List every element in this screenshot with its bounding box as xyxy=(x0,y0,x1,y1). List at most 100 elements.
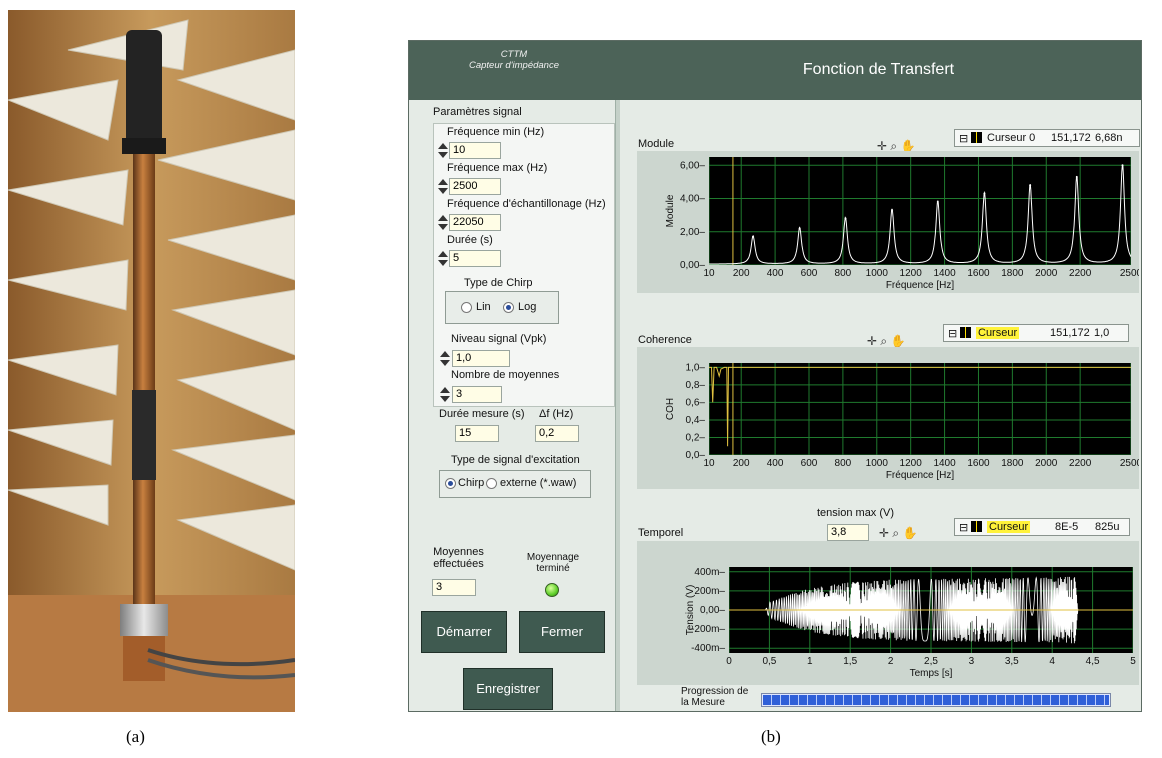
y-tick-label: -200m– xyxy=(691,624,725,635)
x-tick-label: 4 xyxy=(1049,656,1055,667)
fmin-spinner[interactable] xyxy=(437,142,449,159)
temporel-cursor-x: 8E-5 xyxy=(1055,521,1079,533)
niveau-spinner[interactable] xyxy=(439,350,451,367)
collapse-icon: ⊟ xyxy=(948,328,958,340)
app-name: CTTM Capteur d'impédance xyxy=(468,49,559,71)
x-tick-label: 2 xyxy=(888,656,894,667)
fs-label: Fréquence d'échantillonage (Hz) xyxy=(447,198,606,210)
x-tick-label: 1600 xyxy=(967,458,990,469)
progression-fill xyxy=(763,695,1109,705)
panel-title: Fonction de Transfert xyxy=(802,61,955,78)
x-tick-label: 400 xyxy=(767,458,784,469)
collapse-icon: ⊟ xyxy=(959,522,969,534)
duree-spinner[interactable] xyxy=(437,250,449,267)
duree-input[interactable]: 5 xyxy=(449,250,501,267)
temporel-graph-tools[interactable]: ✛ ⌕ ✋ xyxy=(879,525,917,541)
x-tick-label: 2,5 xyxy=(924,656,938,667)
moyennes-spinner[interactable] xyxy=(439,386,451,403)
temporel-graph-label: Temporel xyxy=(638,527,684,539)
labview-panel: CTTM Capteur d'impédance Fonction de Tra… xyxy=(408,40,1142,712)
x-tick-label: 2000 xyxy=(1035,268,1058,279)
y-tick-label: 0,00– xyxy=(700,605,725,616)
module-axes: 10 200 400 600 800 1000 1200 1400 1600 1800 2000 22… xyxy=(665,160,1139,291)
fmin-input[interactable]: 10 xyxy=(449,142,501,159)
x-tick-label: 1 xyxy=(807,656,813,667)
excitation-externe-radio[interactable] xyxy=(486,478,497,489)
chirp-log-label: Log xyxy=(518,301,537,313)
x-axis-label: Temps [s] xyxy=(910,668,953,679)
moyennes-label: Nombre de moyennes xyxy=(451,369,560,381)
duree-mesure-label: Durée mesure (s) xyxy=(439,408,525,420)
y-axis-label: COH xyxy=(665,398,676,420)
df-label: Δf (Hz) xyxy=(539,408,574,420)
x-tick-label: 200 xyxy=(733,458,750,469)
chirp-log-radio[interactable] xyxy=(503,302,514,313)
x-tick-label: 2500 xyxy=(1120,268,1139,279)
chirp-lin-label: Lin xyxy=(476,301,491,313)
module-graph-label: Module xyxy=(638,138,675,150)
x-tick-label: 5 xyxy=(1130,656,1136,667)
tension-max-input[interactable]: 3,8 xyxy=(827,524,869,541)
fs-spinner[interactable] xyxy=(437,214,449,231)
module-cursor-name: Curseur 0 xyxy=(987,132,1036,144)
tension-max-label: tension max (V) xyxy=(817,507,895,519)
x-tick-label: 1000 xyxy=(866,268,889,279)
y-tick-label: 0,4– xyxy=(686,415,706,426)
y-tick-label: -400m– xyxy=(691,643,725,654)
moyennes-input[interactable]: 3 xyxy=(452,386,502,403)
x-axis-label: Fréquence [Hz] xyxy=(886,280,955,291)
sensor-photo xyxy=(8,10,295,712)
y-tick-label: 0,0– xyxy=(686,450,706,461)
x-tick-label: 1400 xyxy=(933,458,956,469)
x-tick-label: 1200 xyxy=(900,458,923,469)
coherence-cursor-y: 1,0 xyxy=(1094,327,1110,339)
y-tick-label: 2,00– xyxy=(680,227,705,238)
x-tick-label: 2200 xyxy=(1069,268,1092,279)
fermer-button[interactable]: Fermer xyxy=(519,611,605,653)
fs-input[interactable]: 22050 xyxy=(449,214,501,231)
niveau-label: Niveau signal (Vpk) xyxy=(451,333,547,345)
excitation-chirp-radio[interactable] xyxy=(445,478,456,489)
y-tick-label: 0,2– xyxy=(686,432,706,443)
excitation-externe-label: externe (*.waw) xyxy=(500,477,577,489)
caption-b: (b) xyxy=(761,727,781,746)
enregistrer-button[interactable]: Enregistrer xyxy=(463,668,553,710)
module-cursor-legend[interactable]: ⊟ Curseur 0 151,172 6,68n xyxy=(954,129,1140,147)
progression-label: Progression de la Mesure xyxy=(681,686,749,708)
y-tick-label: 0,00– xyxy=(680,260,705,271)
coherence-cursor-legend[interactable]: ⊟ Curseur 151,172 1,0 xyxy=(943,324,1129,342)
x-tick-label: 800 xyxy=(835,458,852,469)
moyennage-termine-label: Moyennage terminé xyxy=(526,552,580,574)
x-tick-label: 800 xyxy=(835,268,852,279)
x-tick-label: 3,5 xyxy=(1005,656,1019,667)
x-tick-label: 4,5 xyxy=(1086,656,1100,667)
x-tick-label: 1200 xyxy=(900,268,923,279)
moyennes-effectuees-value: 3 xyxy=(432,579,476,596)
x-tick-label: 1800 xyxy=(1001,268,1024,279)
coherence-cursor-name: Curseur xyxy=(976,327,1020,339)
module-cursor-x: 151,172 xyxy=(1051,132,1091,144)
x-tick-label: 2500 xyxy=(1120,458,1139,469)
duree-mesure-value: 15 xyxy=(455,425,499,442)
x-tick-label: 600 xyxy=(801,268,818,279)
x-tick-label: 2200 xyxy=(1069,458,1092,469)
duree-label: Durée (s) xyxy=(447,234,493,246)
fmax-input[interactable]: 2500 xyxy=(449,178,501,195)
y-axis-label: Module xyxy=(665,194,676,227)
moyennage-termine-led xyxy=(545,583,559,597)
y-tick-label: 6,00– xyxy=(680,160,705,171)
niveau-input[interactable]: 1,0 xyxy=(452,350,510,367)
caption-a: (a) xyxy=(126,727,145,746)
x-tick-label: 1600 xyxy=(967,268,990,279)
panel-header: CTTM Capteur d'impédance Fonction de Tra… xyxy=(409,41,1141,100)
x-tick-label: 1800 xyxy=(1001,458,1024,469)
x-tick-label: 2000 xyxy=(1035,458,1058,469)
temporel-cursor-legend[interactable]: ⊟ Curseur 8E-5 825u xyxy=(954,518,1130,536)
x-tick-label: 10 xyxy=(703,458,715,469)
fmax-spinner[interactable] xyxy=(437,178,449,195)
chirp-lin-radio[interactable] xyxy=(461,302,472,313)
demarrer-button[interactable]: Démarrer xyxy=(421,611,507,653)
y-tick-label: 200m– xyxy=(694,586,725,597)
cursor-style-icon xyxy=(971,132,982,143)
excitation-label: Type de signal d'excitation xyxy=(451,454,580,466)
